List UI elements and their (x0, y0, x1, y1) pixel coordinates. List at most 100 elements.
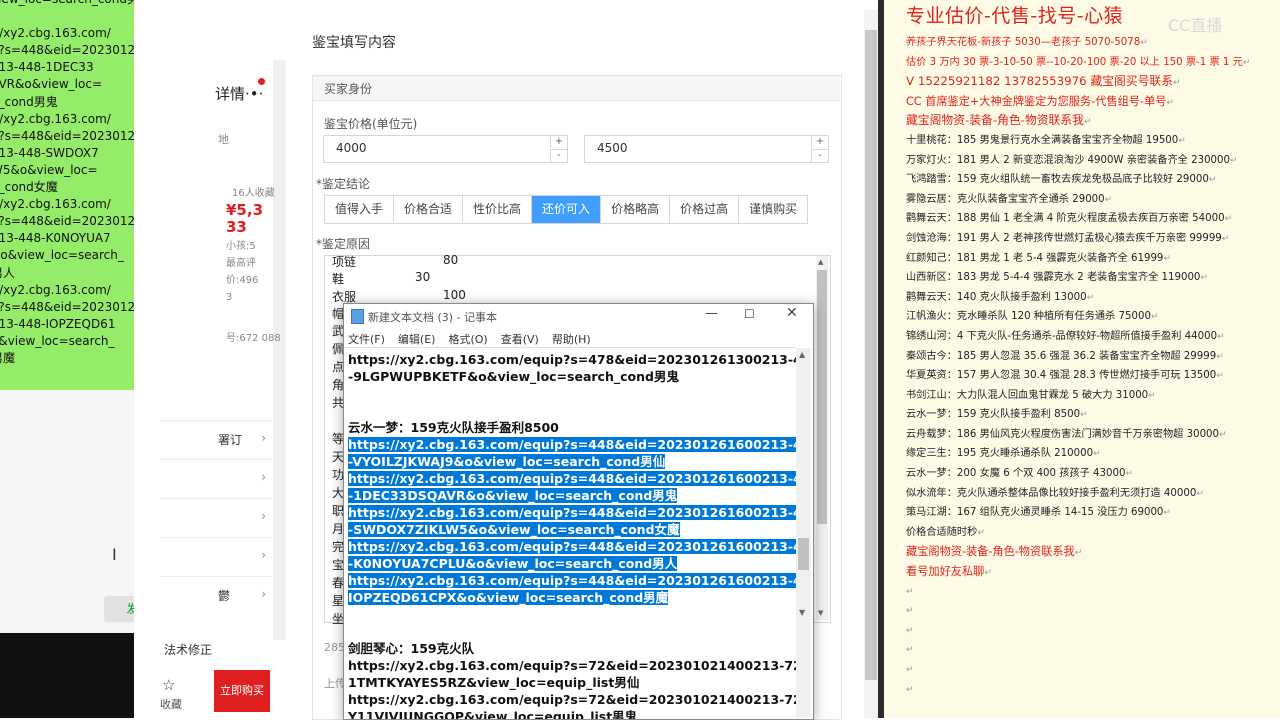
decrement-icon[interactable]: - (811, 149, 828, 162)
buy-now-button[interactable]: 立即购买 (214, 670, 270, 712)
document-line-text: 云水一梦：200 女魔 6 个双 400 孩孩子 43000 (906, 468, 1126, 480)
increment-icon[interactable]: + (550, 136, 567, 148)
notepad-menu-item[interactable]: 文件(F) (348, 333, 385, 346)
reason-scrollbar-thumb[interactable] (817, 270, 827, 524)
notepad-menu-item[interactable]: 编辑(E) (398, 333, 436, 346)
document-line: 剑蚀沧海：191 男人 2 老神孩传世燃灯孟极心猿去疾千万亲密 99999↵ (906, 229, 1278, 249)
form-scrollbar-thumb[interactable] (865, 30, 877, 680)
collect-label[interactable]: 收藏 (160, 696, 182, 712)
chat-line: h_cond女魔 (0, 180, 58, 195)
document-line: ↵ (906, 601, 1278, 621)
line-text: 1TMTKYAYES5RZ&view_loc=equip_list男仙 (348, 675, 640, 690)
document-line-text: 策马江湖：167 组队克火通灵睡杀 14-15 没压力 69000 (906, 507, 1164, 519)
notepad-scrollbar[interactable] (796, 348, 811, 718)
document-line: 似水流年：克火队通杀整体品像比较好接手盈利无须打造 40000↵ (906, 484, 1278, 504)
scroll-up-icon[interactable]: ▲ (799, 350, 805, 359)
product-option-row[interactable]: 署订 › (160, 420, 272, 459)
verdict-button[interactable]: 谨慎购买 (739, 196, 808, 223)
notepad-menu-item[interactable]: 查看(V) (501, 333, 539, 346)
notepad-line (348, 385, 796, 402)
chat-line: o?s=448&eid=20230126 (0, 128, 143, 143)
verdict-button[interactable]: 价格过高 (670, 196, 740, 223)
notepad-menubar: 文件(F) 编辑(E) 格式(O) 查看(V) 帮助(H) (348, 331, 604, 347)
section-header (313, 76, 840, 101)
document-line-text: 价格合适随时秒 (906, 526, 978, 538)
notepad-menu-item[interactable]: 格式(O) (448, 333, 487, 346)
scroll-up-icon[interactable]: ▲ (818, 258, 823, 266)
paragraph-mark-icon: ↵ (977, 527, 985, 538)
chat-line: W5&o&view_loc= (0, 162, 98, 177)
conclusion-label: *鉴定结论 (316, 177, 371, 191)
chevron-right-icon: › (261, 548, 266, 562)
increment-icon[interactable]: + (811, 136, 828, 148)
paragraph-mark-icon: ↵ (1219, 429, 1227, 440)
product-scrollbar[interactable] (273, 60, 286, 640)
document-line: ↵ (906, 680, 1278, 700)
verdict-button[interactable]: 价格略高 (601, 196, 671, 223)
notepad-menu-item[interactable]: 帮助(H) (552, 333, 591, 346)
price-min-input[interactable]: 4000 + - (323, 135, 568, 163)
document-line-text: 藏宝阁物资-装备-角色-物资联系我 (906, 113, 1084, 128)
verdict-button[interactable]: 值得入手 (325, 196, 395, 223)
chat-line: 213-448-1DEC33 (0, 60, 94, 75)
notepad-line: https://xy2.cbg.163.com/equip?s=448&eid=… (348, 572, 796, 589)
notepad-scrollbar-thumb[interactable] (798, 538, 809, 570)
paragraph-mark-icon: ↵ (1074, 548, 1083, 559)
notepad-line: https://xy2.cbg.163.com/equip?s=478&eid=… (348, 351, 796, 368)
maximize-icon[interactable]: ☐ (744, 307, 755, 321)
product-option-row[interactable]: › (160, 498, 272, 537)
document-line-text: 华夏英资：157 男人忽混 30.4 强混 28.3 传世燃灯接手可玩 1350… (906, 370, 1217, 382)
notepad-line: 1TMTKYAYES5RZ&view_loc=equip_list男仙 (348, 674, 796, 691)
chat-message-bubble[interactable]: view_loc=search_cond男://xy2.cbg.163.com/… (0, 0, 153, 390)
chat-line: 213-448-IOPZEQD61 (0, 316, 116, 331)
product-option-row[interactable]: › (160, 459, 272, 498)
document-line-text: 藏宝阁物资-装备-角色-物资联系我 (906, 545, 1075, 559)
price-max-input[interactable]: 4500 + - (584, 135, 829, 163)
close-icon[interactable]: ✕ (786, 305, 798, 321)
selected-text: https://xy2.cbg.163.com/equip?s=448&eid=… (348, 539, 796, 554)
reason-line-label: 项链 (332, 255, 357, 269)
notepad-line: https://xy2.cbg.163.com/equip?s=72&eid=2… (348, 657, 796, 674)
chat-line: o&view_loc=search_ (0, 333, 115, 348)
scroll-down-icon[interactable]: ▼ (818, 609, 823, 617)
notepad-line: -9LGPWUPBKETF&o&view_loc=search_cond男鬼 (348, 368, 796, 385)
document-line-text: 十里桃花：185 男鬼景行克水全满装备宝宝齐全物超 19500 (906, 134, 1179, 146)
price-max-value: 4500 (597, 141, 628, 155)
spell-fix-label[interactable]: 法术修正 (164, 641, 212, 658)
reason-label: *鉴定原因 (316, 237, 371, 251)
selected-text: https://xy2.cbg.163.com/equip?s=448&eid=… (348, 505, 796, 520)
favorite-count: 16人收藏 (232, 188, 275, 199)
paragraph-mark-icon: ↵ (1221, 233, 1230, 244)
document-line: 价格合适随时秒↵ (906, 523, 1278, 543)
document-line-text: 看号加好友私聊 (906, 565, 985, 579)
verdict-button[interactable]: 性价比高 (463, 196, 533, 223)
chat-line: o?s=448&eid=20230126 (0, 214, 143, 229)
chat-line: 男人 (0, 265, 16, 280)
star-icon[interactable]: ☆ (162, 676, 175, 694)
product-option-row[interactable]: 鬱 › (160, 576, 272, 615)
reason-line-label: 鞋 (332, 272, 345, 286)
document-line-text: 书剑江山：大力队混人回血鬼甘霖龙 5 破大力 31000 (906, 389, 1149, 401)
detail-heading[interactable]: 详情·•· (215, 83, 263, 104)
notepad-text-area[interactable]: https://xy2.cbg.163.com/equip?s=478&eid=… (344, 347, 796, 719)
taskbar-area (0, 633, 134, 718)
chat-line (0, 8, 143, 25)
paragraph-mark-icon: ↵ (906, 606, 914, 617)
paragraph-mark-icon: ↵ (1150, 312, 1159, 323)
paragraph-mark-icon: ↵ (1242, 57, 1251, 68)
notepad-line: -1DEC33DSQAVR&o&view_loc=search_cond男鬼 (348, 487, 796, 504)
paragraph-mark-icon: ↵ (1173, 78, 1181, 89)
paragraph-mark-icon: ↵ (984, 568, 992, 579)
document-line-text: 缘定三生：195 克火睡杀通杀队 210000 (906, 448, 1094, 460)
document-line-text: 云水一梦：159 克火队接手盈利 8500 (906, 409, 1081, 421)
product-option-row[interactable]: › (160, 537, 272, 576)
decrement-icon[interactable]: - (550, 149, 567, 162)
document-line-text: 雾隐云居：克火队装备宝宝齐全通杀 29000 (906, 193, 1105, 205)
verdict-button[interactable]: 价格合适 (394, 196, 464, 223)
document-line-text: 似水流年：克火队通杀整体品像比较好接手盈利无须打造 40000 (906, 487, 1197, 499)
scroll-down-icon[interactable]: ▼ (799, 608, 805, 617)
verdict-button[interactable]: 还价可入 (532, 196, 602, 223)
notepad-line: https://xy2.cbg.163.com/equip?s=448&eid=… (348, 538, 796, 555)
minimize-icon[interactable]: — (705, 306, 718, 321)
document-line: 缘定三生：195 克火睡杀通杀队 210000↵ (906, 444, 1278, 464)
